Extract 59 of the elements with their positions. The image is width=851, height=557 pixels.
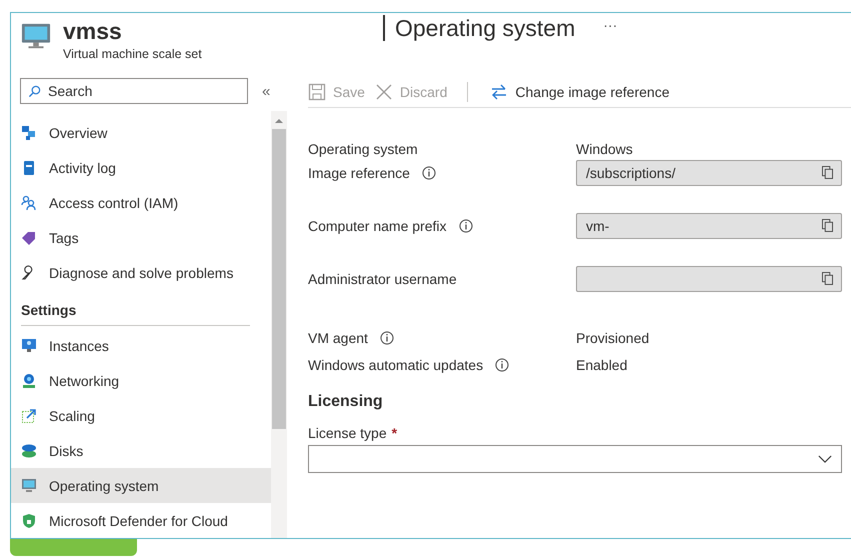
resource-title: vmss [63,17,123,45]
section-heading: Licensing [308,393,384,411]
change-image-reference-button[interactable]: Change image reference [482,83,674,101]
field-label: Windows automatic updates [308,356,484,372]
copy-icon[interactable] [822,166,833,179]
nav-item[interactable]: Microsoft Defender for Cloud [11,503,271,538]
search-field[interactable]: Search [20,78,248,104]
readonly-field[interactable]: /subscriptions/ [576,160,842,186]
nav-item[interactable]: Operating system [11,468,271,503]
monitor-icon [21,478,37,494]
monitor-icon [21,338,37,354]
monitor-icon [21,21,51,51]
nav-item[interactable]: Activity log [11,150,271,185]
info-icon[interactable] [458,218,473,232]
nav-item[interactable]: Networking [11,363,271,398]
log-icon [21,160,37,176]
nav-item[interactable]: Overview [11,115,271,150]
copy-icon[interactable] [822,272,833,285]
field-value: Enabled [576,356,628,372]
readonly-field[interactable] [576,266,842,292]
resource-subtitle: Virtual machine scale set [63,47,202,61]
info-icon[interactable] [422,166,436,180]
info-icon[interactable] [380,330,394,344]
people-icon [21,194,37,210]
copy-icon[interactable] [822,219,833,232]
blade-title: Operating system [383,15,576,41]
required-mark: * [392,425,398,441]
scrollbar[interactable] [271,111,287,538]
search-icon [28,85,41,98]
network-icon [21,372,37,388]
license-type-dropdown[interactable] [308,445,842,473]
nav-item[interactable]: Access control (IAM) [11,185,271,220]
save-icon [308,83,326,101]
chevron-down-icon [818,454,832,464]
field-label: Image reference [308,164,410,180]
field-label: Operating system [308,141,418,157]
info-icon[interactable] [495,358,510,372]
readonly-field[interactable]: vm- [576,212,842,238]
field-label: License type [308,425,387,441]
tag-icon [21,230,37,246]
nav-item[interactable]: Disks [11,433,271,468]
nav-item[interactable]: Scaling [11,398,271,433]
shield-icon [21,512,37,528]
nav-item[interactable]: Tags [11,220,271,255]
disks-icon [21,442,37,458]
field-value: Windows [576,141,633,157]
field-label: Computer name prefix [308,218,447,234]
field-label: Administrator username [308,270,457,286]
nav-item[interactable]: Instances [11,328,271,363]
more-button[interactable]: ··· [599,15,622,35]
field-label: VM agent [308,330,368,346]
cubes-icon [21,124,37,140]
swap-arrows-icon [490,83,508,101]
collapse-button[interactable]: « [260,82,272,100]
close-icon [374,83,393,101]
field-value: Provisioned [576,330,650,346]
scale-icon [21,408,37,424]
nav-item[interactable]: Diagnose and solve problems [11,255,271,290]
section-heading: Settings [21,302,76,318]
